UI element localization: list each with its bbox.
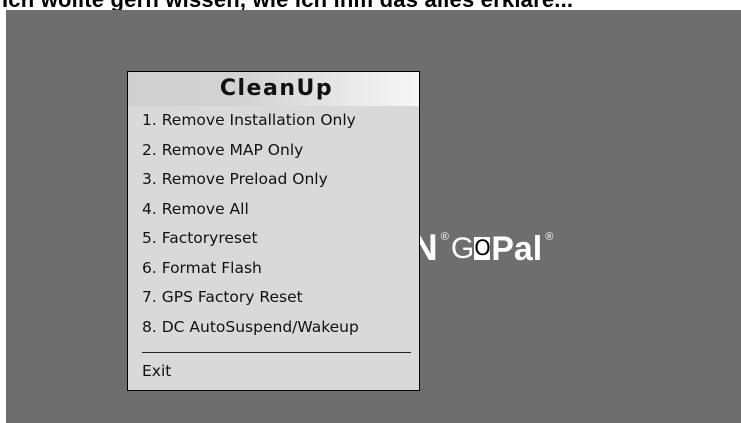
menu-item-remove-map[interactable]: 2. Remove MAP Only xyxy=(128,136,419,166)
logo-g-letter: G xyxy=(450,232,474,265)
menu-item-format-flash[interactable]: 6. Format Flash xyxy=(128,254,419,284)
logo-pal-text: Pal xyxy=(491,230,543,268)
menu-divider xyxy=(142,352,411,353)
logo-o-cursor: O xyxy=(474,236,491,260)
cleanup-menu: CleanUp 1. Remove Installation Only 2. R… xyxy=(127,71,420,391)
menu-item-remove-preload[interactable]: 3. Remove Preload Only xyxy=(128,165,419,195)
menu-list: 1. Remove Installation Only 2. Remove MA… xyxy=(128,106,419,342)
logo-registered-mark: ® xyxy=(440,231,449,243)
gopal-logo: N ®GOPal ® xyxy=(411,228,555,269)
menu-item-gps-factory-reset[interactable]: 7. GPS Factory Reset xyxy=(128,283,419,313)
exit-button[interactable]: Exit xyxy=(128,357,419,385)
menu-item-factoryreset[interactable]: 5. Factoryreset xyxy=(128,224,419,254)
header-strip: Ich wollte gern wissen, wie ich ihm das … xyxy=(0,0,741,10)
menu-title: CleanUp xyxy=(128,72,419,106)
logo-registered-mark-2: ® xyxy=(545,231,554,243)
menu-item-remove-installation[interactable]: 1. Remove Installation Only xyxy=(128,106,419,136)
menu-item-remove-all[interactable]: 4. Remove All xyxy=(128,195,419,225)
menu-item-dc-autosuspend[interactable]: 8. DC AutoSuspend/Wakeup xyxy=(128,313,419,343)
cropped-header-text: Ich wollte gern wissen, wie ich ihm das … xyxy=(2,0,573,10)
